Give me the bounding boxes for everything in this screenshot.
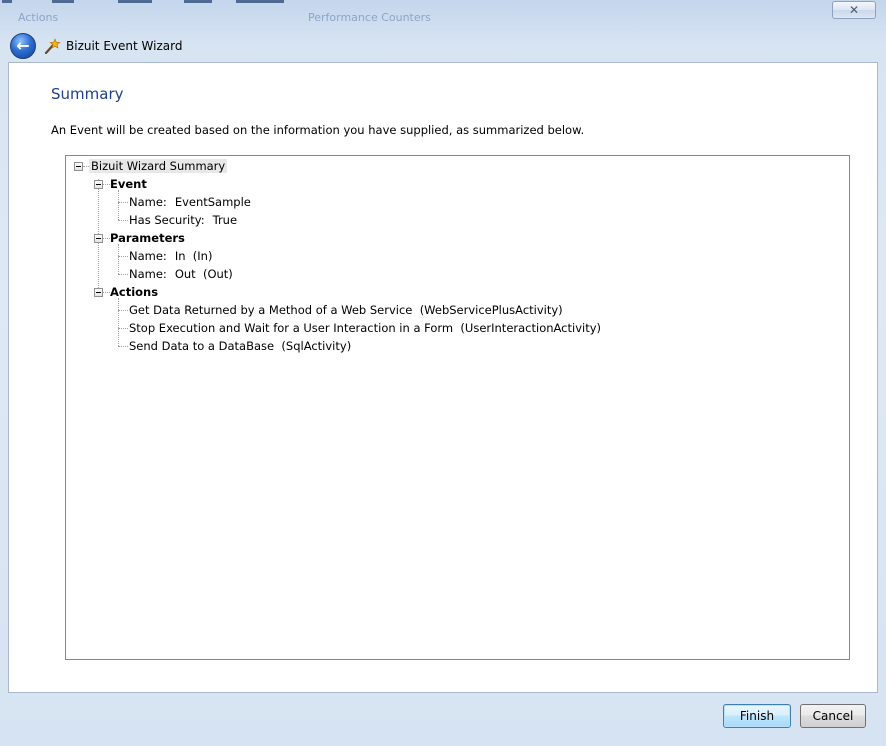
finish-button[interactable]: Finish [723, 704, 791, 728]
tree-connector [118, 328, 128, 329]
tree-node-parameters[interactable]: Parameters [110, 231, 185, 245]
tree-connector [102, 238, 110, 239]
ghost-tab-mark [118, 0, 152, 3]
ghost-text-actions: Actions [18, 11, 59, 24]
tree-connector [118, 244, 119, 274]
ghost-text-performance: Performance Counters [308, 11, 431, 24]
collapse-parameters-toggle[interactable] [94, 234, 103, 243]
ghost-tab-mark [52, 0, 74, 3]
title-bar: ← Bizuit Event Wizard [0, 30, 886, 62]
event-security-label: Has Security: [129, 213, 205, 227]
close-button[interactable]: ✕ [832, 1, 876, 19]
background-window-ghost: Actions Performance Counters [0, 0, 886, 26]
tree-connector [118, 202, 128, 203]
parameter-name-label: Name: [129, 249, 167, 263]
wizard-content-panel: Summary An Event will be created based o… [8, 62, 878, 693]
parameter-value: Out (Out) [174, 267, 233, 281]
tree-connector [118, 220, 128, 221]
tree-node-action[interactable]: Get Data Returned by a Method of a Web S… [129, 303, 563, 317]
event-name-label: Name: [129, 195, 167, 209]
tree-node-parameter[interactable]: Name: Out (Out) [129, 267, 233, 281]
parameter-name-label: Name: [129, 267, 167, 281]
close-icon: ✕ [848, 3, 860, 17]
ghost-tab-mark [2, 0, 12, 3]
tree-node-action[interactable]: Stop Execution and Wait for a User Inter… [129, 321, 601, 335]
tree-node-parameter[interactable]: Name: In (In) [129, 249, 212, 263]
parameter-value: In (In) [174, 249, 213, 263]
window-frame: Actions Performance Counters ✕ ← Bizuit … [0, 0, 886, 746]
back-button[interactable]: ← [10, 33, 36, 59]
ghost-tab-mark [184, 0, 212, 3]
tree-node-action[interactable]: Send Data to a DataBase (SqlActivity) [129, 339, 351, 353]
collapse-actions-toggle[interactable] [94, 288, 103, 297]
cancel-button[interactable]: Cancel [800, 704, 866, 728]
window-title: Bizuit Event Wizard [66, 39, 183, 53]
collapse-root-toggle[interactable] [74, 162, 83, 171]
tree-node-actions[interactable]: Actions [110, 285, 158, 299]
summary-tree[interactable]: Bizuit Wizard Summary Event Name: EventSa… [65, 155, 850, 660]
event-security-value: True [212, 213, 238, 227]
tree-node-event-security[interactable]: Has Security: True [129, 213, 237, 227]
tree-connector [118, 274, 128, 275]
tree-connector [118, 346, 128, 347]
tree-connector [118, 298, 119, 346]
page-description: An Event will be created based on the in… [51, 123, 585, 137]
page-title: Summary [51, 85, 124, 103]
tree-root-label: Bizuit Wizard Summary [89, 159, 228, 173]
tree-connector [102, 184, 110, 185]
tree-node-event[interactable]: Event [110, 177, 147, 191]
back-arrow-icon: ← [16, 36, 30, 55]
wizard-footer: Finish Cancel [8, 693, 878, 738]
tree-node-event-name[interactable]: Name: EventSample [129, 195, 251, 209]
tree-node-root[interactable]: Bizuit Wizard Summary [89, 159, 228, 173]
wizard-wand-icon [44, 38, 61, 54]
event-name-value: EventSample [174, 195, 251, 209]
tree-connector [118, 256, 128, 257]
ghost-tab-mark [236, 0, 284, 3]
collapse-event-toggle[interactable] [94, 180, 103, 189]
tree-connector [118, 310, 128, 311]
tree-connector [102, 292, 110, 293]
tree-connector [118, 190, 119, 220]
